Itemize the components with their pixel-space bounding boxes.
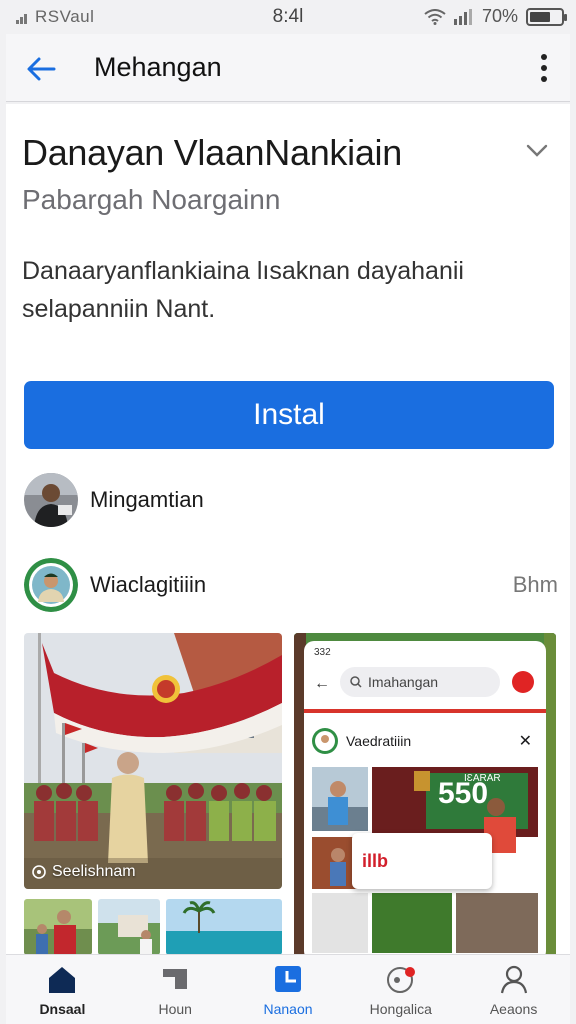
app-title: Danayan VlaanNankiain <box>22 132 402 173</box>
nav-item-folder[interactable]: Houn <box>119 955 232 1024</box>
nav-item-apps[interactable]: Nanaon <box>232 955 345 1024</box>
thumbnail-3[interactable] <box>166 899 282 955</box>
row-2-label: Wiaclagitiiin <box>90 572 207 597</box>
mock-card: Vaedratiiin <box>312 721 538 761</box>
info-row-2[interactable]: Wiaclagitiiin <box>24 558 206 612</box>
info-row-1[interactable]: Mingamtian <box>24 473 204 527</box>
apps-icon <box>274 966 301 992</box>
home-icon <box>49 967 76 993</box>
screenshot-2[interactable]: 332 ← Imahangan Vaedratiiin ✕ 550 IƐARAR… <box>294 633 556 963</box>
cell-signal-icon <box>453 8 472 25</box>
app-bar-title: Mehangan <box>94 52 222 82</box>
mock-avatar <box>312 728 338 754</box>
wifi-icon <box>424 8 446 25</box>
mock-status: 332 <box>314 647 331 658</box>
bottom-navigation: Dnsaal Houn Nanaon Hongalica Aeaons <box>6 954 570 1024</box>
app-detail-card: Danayan VlaanNankiain Pabargah Noargainn… <box>6 104 570 963</box>
mock-small-label: IƐARAR <box>464 773 501 784</box>
install-button[interactable]: Instal <box>24 381 554 449</box>
account-icon <box>500 965 527 994</box>
circle-portrait-avatar <box>24 558 78 612</box>
row-1-label: Mingamtian <box>90 487 204 512</box>
folder-icon <box>163 969 188 989</box>
row-2-side-label: Bhm <box>512 572 558 597</box>
battery-icon <box>526 7 567 26</box>
phone-mockup: 332 ← Imahangan Vaedratiiin ✕ 550 IƐARAR… <box>304 641 546 961</box>
mock-popup: illb <box>352 833 492 889</box>
person-avatar <box>24 473 78 527</box>
badge-icon <box>32 865 46 879</box>
chevron-down-icon[interactable] <box>526 144 548 158</box>
more-vert-icon[interactable] <box>538 52 550 84</box>
nav-item-account[interactable]: Aeaons <box>457 955 570 1024</box>
thumbnail-2[interactable] <box>98 899 160 955</box>
mock-notification-dot <box>512 671 534 693</box>
close-icon: ✕ <box>518 733 532 750</box>
mock-search: Imahangan <box>340 667 500 697</box>
back-arrow-icon[interactable] <box>24 52 58 86</box>
screenshot-1-caption: Seelishnam <box>32 863 136 881</box>
search-icon <box>350 676 362 688</box>
app-bar: Mehangan <box>6 34 570 102</box>
app-developer[interactable]: Pabargah Noargainn <box>22 184 280 216</box>
app-description: Danaaryanflankiaina lısaknan dayahanii s… <box>22 257 464 323</box>
battery-percent: 70% <box>481 6 518 26</box>
mock-back-icon: ← <box>314 675 330 692</box>
mock-popup-logo: illb <box>362 850 388 871</box>
screenshot-1[interactable]: Seelishnam <box>24 633 282 889</box>
status-bar: RSVaul 8:4Ɩ 70% <box>0 0 576 34</box>
thumbnail-1[interactable] <box>24 899 92 955</box>
chat-bubble-icon <box>386 967 415 993</box>
nav-item-home[interactable]: Dnsaal <box>6 955 119 1024</box>
nav-item-chat[interactable]: Hongalica <box>344 955 457 1024</box>
